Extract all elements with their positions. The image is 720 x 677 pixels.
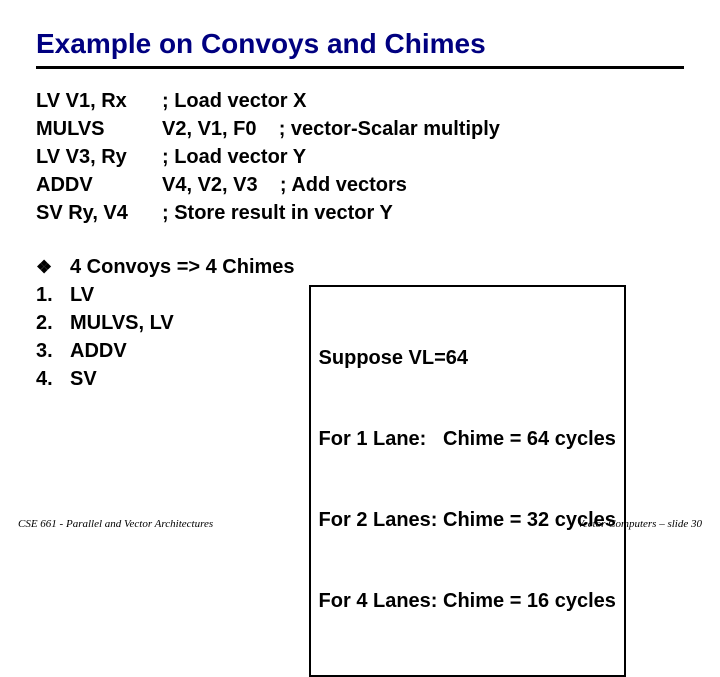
instr-right: V2, V1, F0 ; vector-Scalar multiply — [162, 115, 684, 143]
list-number: 4. — [36, 365, 70, 393]
slide-footer: CSE 661 - Parallel and Vector Architectu… — [18, 518, 702, 530]
instr-left: SV Ry, V4 — [36, 199, 162, 227]
suppose-box: Suppose VL=64 For 1 Lane: Chime = 64 cyc… — [309, 285, 626, 677]
footer-left: CSE 661 - Parallel and Vector Architectu… — [18, 518, 213, 530]
instruction-block: LV V1, Rx ; Load vector X MULVS V2, V1, … — [36, 87, 684, 227]
instr-row: MULVS V2, V1, F0 ; vector-Scalar multipl… — [36, 115, 684, 143]
list-text: LV — [70, 281, 94, 309]
list-item: 4. SV — [36, 365, 295, 393]
list-text: ADDV — [70, 337, 127, 365]
list-text: SV — [70, 365, 97, 393]
instr-row: ADDV V4, V2, V3 ; Add vectors — [36, 171, 684, 199]
convoys-list: ❖ 4 Convoys => 4 Chimes 1. LV 2. MULVS, … — [36, 253, 295, 393]
title-rule — [36, 66, 684, 69]
list-number: 1. — [36, 281, 70, 309]
list-item: 1. LV — [36, 281, 295, 309]
list-number: 2. — [36, 309, 70, 337]
suppose-line: Suppose VL=64 — [319, 345, 616, 372]
instr-left: LV V1, Rx — [36, 87, 162, 115]
suppose-line: For 1 Lane: Chime = 64 cycles — [319, 426, 616, 453]
list-text: MULVS, LV — [70, 309, 174, 337]
instr-row: SV Ry, V4 ; Store result in vector Y — [36, 199, 684, 227]
convoys-heading: ❖ 4 Convoys => 4 Chimes — [36, 253, 295, 281]
footer-right: Vector Computers – slide 30 — [577, 518, 702, 530]
instr-right: ; Load vector X — [162, 87, 684, 115]
instr-left: ADDV — [36, 171, 162, 199]
slide-title: Example on Convoys and Chimes — [36, 28, 684, 60]
list-item: 3. ADDV — [36, 337, 295, 365]
instr-row: LV V3, Ry ; Load vector Y — [36, 143, 684, 171]
instr-left: MULVS — [36, 115, 162, 143]
instr-right: V4, V2, V3 ; Add vectors — [162, 171, 684, 199]
lower-section: ❖ 4 Convoys => 4 Chimes 1. LV 2. MULVS, … — [36, 253, 684, 677]
instr-right: ; Store result in vector Y — [162, 199, 684, 227]
convoys-heading-text: 4 Convoys => 4 Chimes — [70, 253, 295, 281]
instr-row: LV V1, Rx ; Load vector X — [36, 87, 684, 115]
list-item: 2. MULVS, LV — [36, 309, 295, 337]
suppose-line: For 4 Lanes: Chime = 16 cycles — [319, 588, 616, 615]
instr-left: LV V3, Ry — [36, 143, 162, 171]
list-number: 3. — [36, 337, 70, 365]
instr-right: ; Load vector Y — [162, 143, 684, 171]
diamond-bullet-icon: ❖ — [36, 255, 70, 283]
